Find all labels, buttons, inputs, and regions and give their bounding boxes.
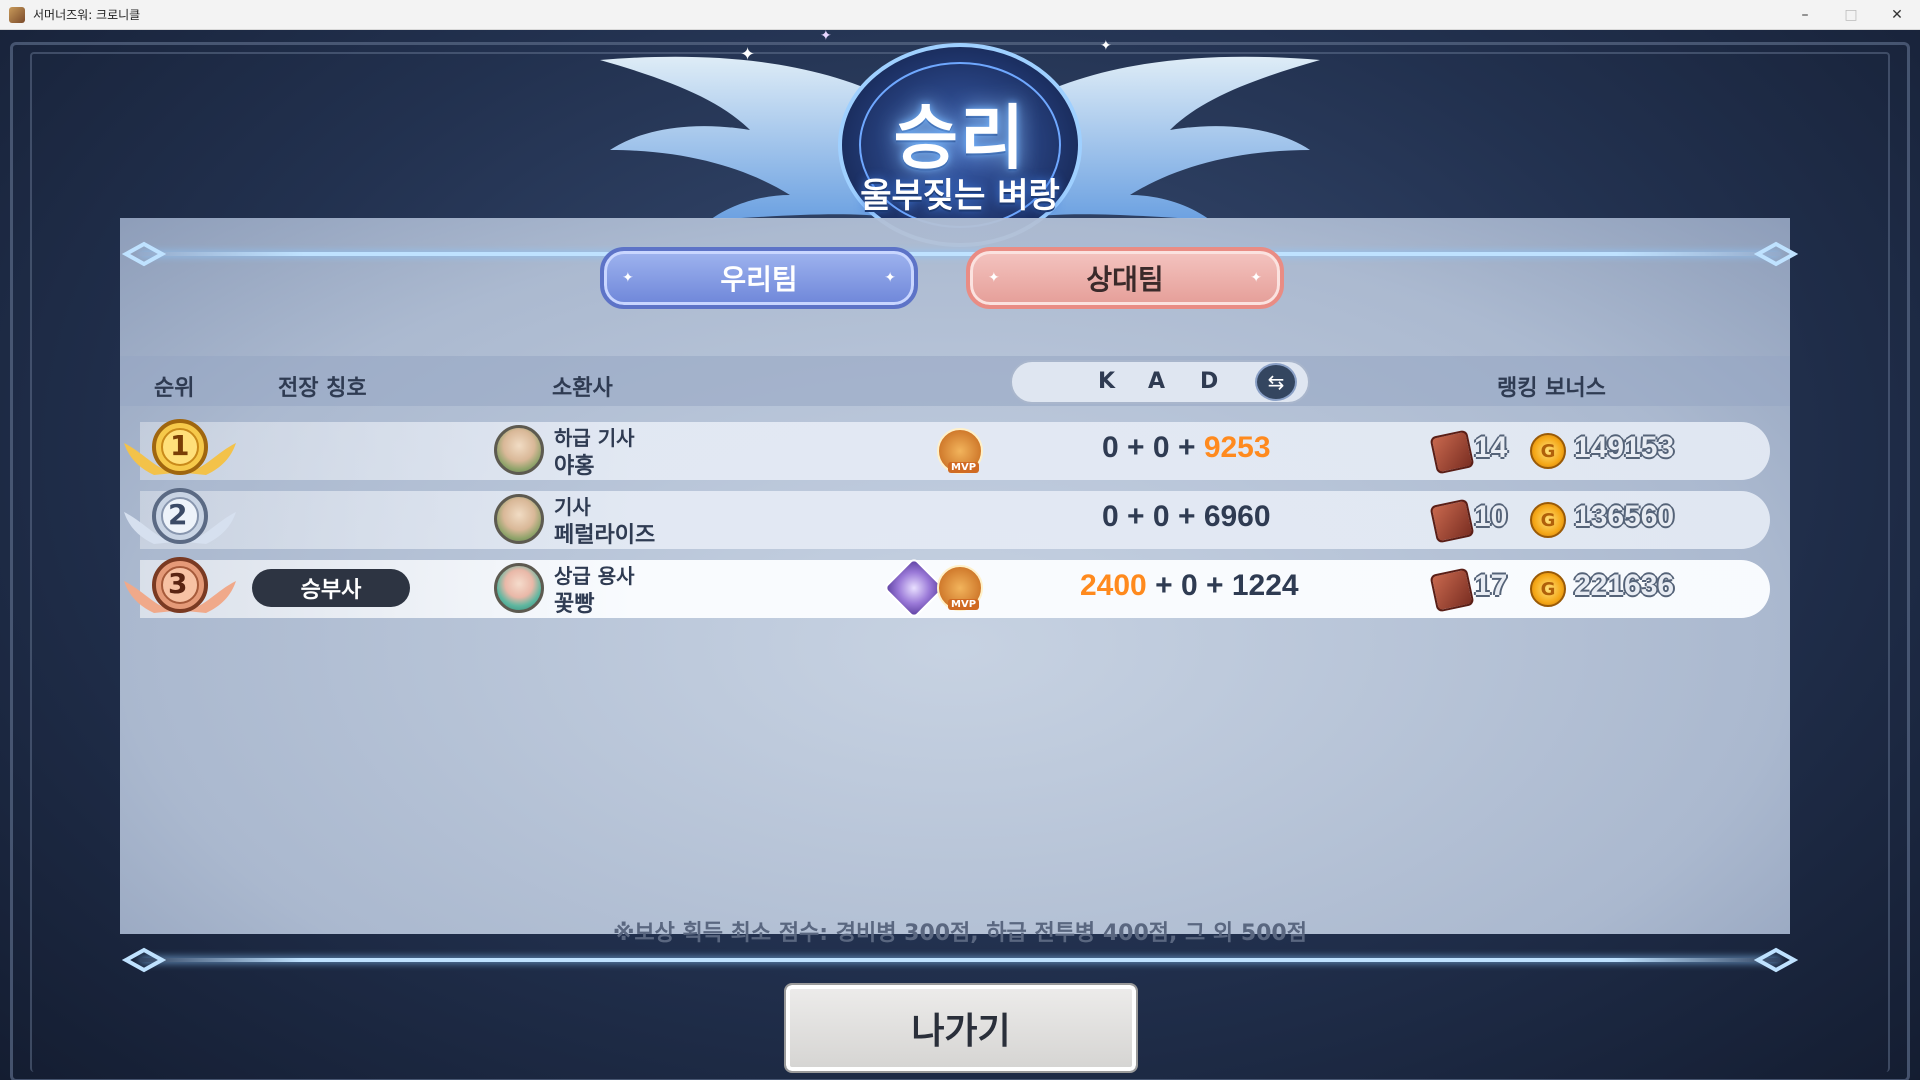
sparkle-icon: ✦ bbox=[622, 270, 634, 286]
swap-stats-button[interactable]: ⇆ bbox=[1255, 363, 1297, 401]
summoner-grade: 상급 용사 bbox=[554, 564, 635, 588]
assists-value: 0 bbox=[1152, 431, 1170, 464]
rank-number: 1 bbox=[170, 429, 190, 462]
app-icon bbox=[9, 6, 25, 23]
summoner-grade: 하급 기사 bbox=[554, 426, 635, 450]
rank-number: 3 bbox=[168, 567, 188, 600]
tab-our-team[interactable]: ✦ 우리팀 ✦ bbox=[600, 247, 918, 309]
kills-value: 2400 bbox=[1080, 569, 1147, 602]
kad-score: 2400 + 0 + 1224 bbox=[1080, 569, 1299, 603]
svg-text:✦: ✦ bbox=[1100, 38, 1112, 54]
damage-value: 1224 bbox=[1231, 569, 1299, 602]
gold-coin-icon: G bbox=[1530, 433, 1566, 469]
rank-number: 2 bbox=[168, 498, 188, 531]
crate-icon bbox=[1429, 567, 1475, 613]
ornament-icon bbox=[122, 241, 166, 267]
battle-title-badge: 승부사 bbox=[252, 569, 410, 607]
plus-sign: + bbox=[1206, 569, 1224, 602]
swap-icon: ⇆ bbox=[1267, 370, 1285, 394]
kills-value: 0 bbox=[1102, 500, 1119, 533]
summoner-name: 야홍 bbox=[554, 454, 595, 479]
exit-button[interactable]: 나가기 bbox=[784, 983, 1138, 1073]
crate-icon bbox=[1429, 498, 1475, 544]
close-button[interactable]: ✕ bbox=[1874, 0, 1920, 30]
summoner-avatar[interactable] bbox=[494, 494, 544, 544]
maximize-button[interactable]: □ bbox=[1828, 0, 1874, 30]
header-deaths: D bbox=[1200, 369, 1219, 394]
tab-label: 우리팀 bbox=[720, 263, 798, 296]
header-summoner: 소환사 bbox=[552, 376, 613, 401]
minimize-button[interactable]: – bbox=[1782, 0, 1828, 30]
window-controls: – □ ✕ bbox=[1782, 0, 1920, 30]
svg-text:✦: ✦ bbox=[740, 44, 755, 65]
plus-sign: + bbox=[1177, 500, 1196, 533]
kad-score: 0 + 0 + 9253 bbox=[1102, 431, 1271, 465]
svg-text:✦: ✦ bbox=[820, 28, 832, 44]
header-kills: K bbox=[1098, 369, 1116, 394]
mvp-tag: MVP bbox=[948, 599, 980, 610]
mvp-tag: MVP bbox=[948, 462, 980, 473]
kad-score: 0 + 0 + 6960 bbox=[1102, 500, 1271, 534]
ornament-icon bbox=[1754, 241, 1798, 267]
sparkle-icon: ✦ bbox=[988, 270, 1000, 286]
summoner-avatar[interactable] bbox=[494, 563, 544, 613]
coin-amount: 136560 bbox=[1574, 500, 1675, 533]
summoner-name: 페럴라이즈 bbox=[554, 523, 656, 548]
summoner-name: 꽃빵 bbox=[554, 592, 595, 617]
ornament-icon bbox=[122, 947, 166, 973]
sparkle-icon: ✦ bbox=[1250, 270, 1262, 286]
assists-value: 0 bbox=[1180, 569, 1198, 602]
summoner-avatar[interactable] bbox=[494, 425, 544, 475]
ornament-icon bbox=[1754, 947, 1798, 973]
bottom-divider bbox=[140, 958, 1780, 962]
gold-coin-icon: G bbox=[1530, 571, 1566, 607]
crate-count: 14 bbox=[1474, 431, 1508, 464]
assists-value: 0 bbox=[1152, 500, 1170, 533]
reward-footnote: ※보상 획득 최소 점수: 경비병 300점, 하급 전투병 400점, 그 외… bbox=[613, 921, 1307, 946]
coin-amount: 149153 bbox=[1574, 431, 1675, 464]
sparkle-icon: ✦ bbox=[884, 270, 896, 286]
crate-count: 10 bbox=[1474, 500, 1508, 533]
header-rank: 순위 bbox=[154, 376, 195, 401]
summoner-grade: 기사 bbox=[554, 495, 591, 519]
header-assists: A bbox=[1148, 369, 1166, 394]
battlefield-name: 울부짖는 벼랑 bbox=[860, 176, 1060, 216]
plus-sign: + bbox=[1127, 500, 1145, 533]
table-row bbox=[140, 491, 1770, 549]
damage-value: 6960 bbox=[1203, 500, 1271, 533]
header-ranking-bonus: 랭킹 보너스 bbox=[1497, 376, 1606, 401]
damage-value: 9253 bbox=[1203, 431, 1271, 464]
plus-sign: + bbox=[1177, 431, 1196, 464]
plus-sign: + bbox=[1127, 431, 1145, 464]
top-divider bbox=[140, 252, 1780, 256]
coin-amount: 221636 bbox=[1574, 569, 1675, 602]
window-title: 서머너즈워: 크로니클 bbox=[33, 8, 141, 22]
header-title: 전장 칭호 bbox=[278, 376, 367, 401]
crate-icon bbox=[1429, 429, 1475, 475]
crate-count: 17 bbox=[1474, 569, 1508, 602]
tab-label: 상대팀 bbox=[1086, 263, 1164, 296]
tab-enemy-team[interactable]: ✦ 상대팀 ✦ bbox=[966, 247, 1284, 309]
gold-coin-icon: G bbox=[1530, 502, 1566, 538]
plus-sign: + bbox=[1155, 569, 1173, 602]
kills-value: 0 bbox=[1102, 431, 1119, 464]
